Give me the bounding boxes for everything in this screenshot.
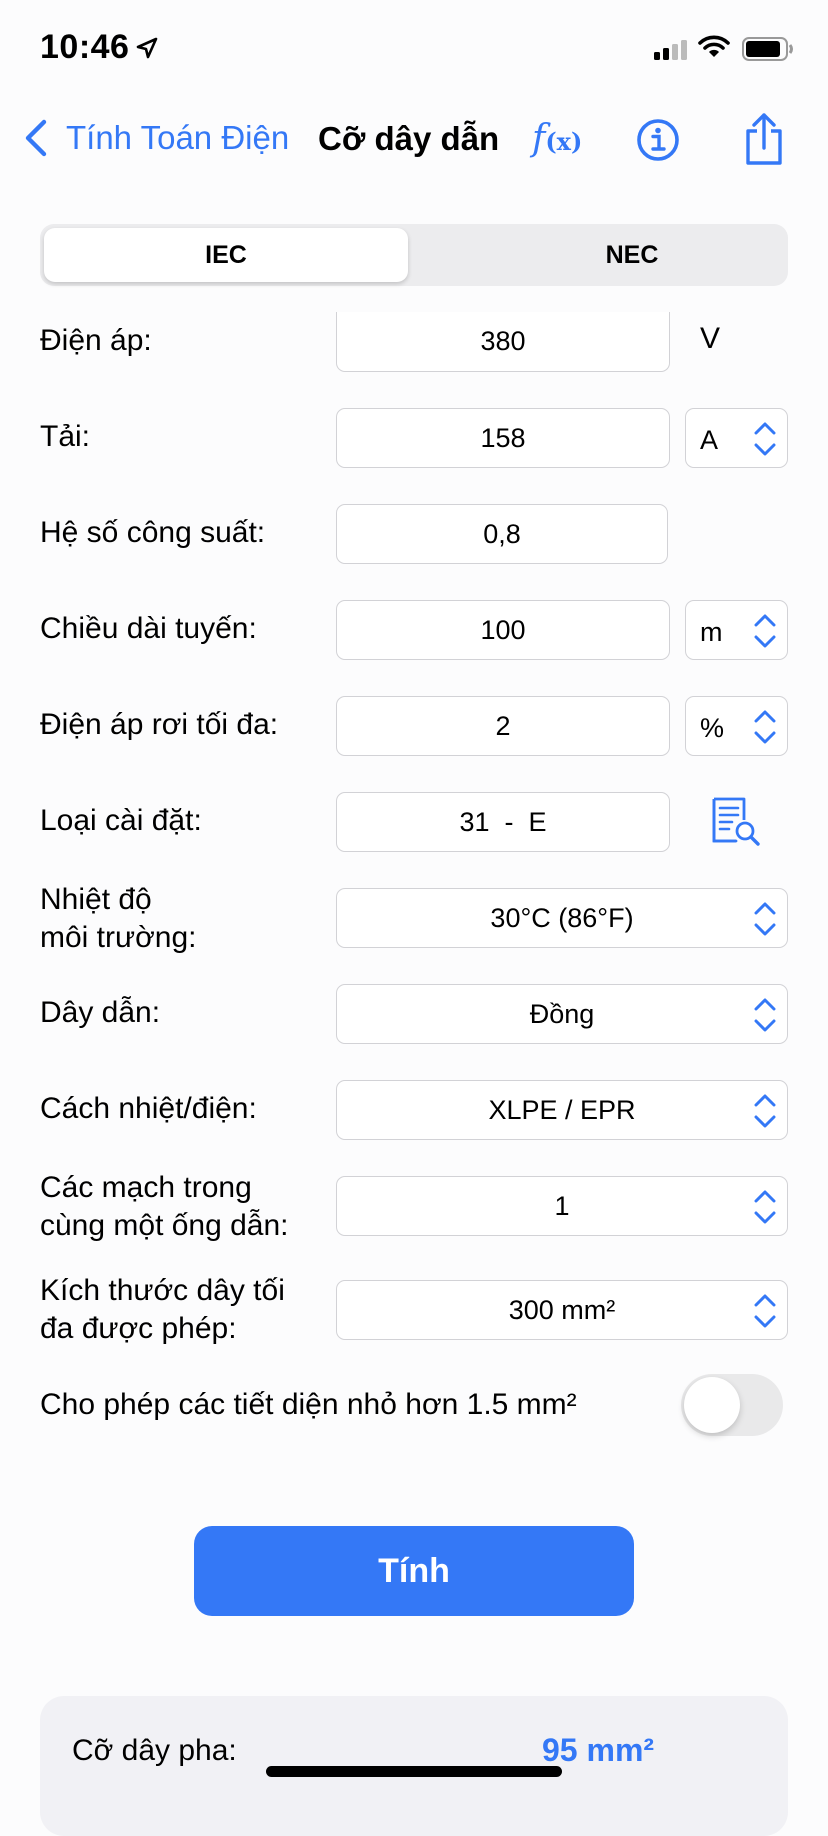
wifi-icon	[698, 35, 730, 57]
chevron-up-down-icon	[754, 1294, 776, 1328]
circuits-value: 1	[554, 1190, 570, 1221]
conductor-value: Đồng	[529, 998, 595, 1029]
ambient-temp-label-line1: Nhiệt độ	[40, 883, 152, 916]
length-unit-select[interactable]: m	[685, 600, 788, 660]
load-label: Tải:	[40, 420, 91, 453]
chevron-up-down-icon	[754, 1094, 776, 1128]
location-arrow-icon	[136, 37, 158, 59]
circuits-label-line2: cùng một ống dẫn:	[40, 1209, 289, 1242]
tab-iec[interactable]: IEC	[44, 228, 408, 282]
phase-wire-size-label: Cỡ dây pha:	[72, 1734, 237, 1767]
max-size-label-line1: Kích thước dây tối	[40, 1274, 285, 1307]
voltage-unit: V	[700, 322, 721, 355]
chevron-up-down-icon	[754, 998, 776, 1032]
ambient-temp-value: 30°C (86°F)	[490, 902, 634, 933]
allow-small-label: Cho phép các tiết diện nhỏ hơn 1.5 mm²	[40, 1388, 577, 1421]
voltage-label: Điện áp:	[40, 324, 152, 357]
voltage-input[interactable]: 380	[336, 312, 670, 372]
tab-nec[interactable]: NEC	[450, 228, 814, 282]
insulation-label: Cách nhiệt/điện:	[40, 1092, 257, 1125]
formula-button[interactable]: f(x)	[532, 118, 582, 159]
length-label: Chiều dài tuyến:	[40, 612, 257, 645]
max-size-value: 300 mm²	[508, 1294, 616, 1325]
chevron-up-down-icon	[754, 614, 776, 648]
status-time: 10:46	[40, 28, 130, 66]
ambient-temp-label-line2: môi trường:	[40, 921, 197, 954]
length-unit-value: m	[700, 617, 723, 647]
chevron-up-down-icon	[754, 902, 776, 936]
formula-sub-label: (x)	[545, 127, 583, 156]
insulation-value: XLPE / EPR	[488, 1094, 636, 1125]
page-title: Cỡ dây dẫn	[318, 120, 500, 157]
insulation-select[interactable]: XLPE / EPR	[336, 1080, 788, 1140]
ambient-temp-select[interactable]: 30°C (86°F)	[336, 888, 788, 948]
circuits-label-line1: Các mạch trong	[40, 1171, 252, 1204]
home-indicator	[266, 1766, 562, 1777]
load-unit-select[interactable]: A	[685, 408, 788, 468]
circuits-select[interactable]: 1	[336, 1176, 788, 1236]
battery-icon	[742, 37, 793, 61]
voltage-drop-label: Điện áp rơi tối đa:	[40, 708, 279, 741]
chevron-left-icon	[25, 119, 47, 157]
share-icon[interactable]	[742, 112, 786, 166]
chevron-up-down-icon	[754, 1190, 776, 1224]
conductor-label: Dây dẫn:	[40, 996, 161, 1029]
install-type-input[interactable]: 31 - E	[336, 792, 670, 852]
max-size-label-line2: đa được phép:	[40, 1312, 237, 1345]
back-button-label: Tính Toán Điện	[66, 119, 290, 156]
install-type-label: Loại cài đặt:	[40, 804, 202, 837]
toggle-knob	[684, 1377, 740, 1433]
conductor-select[interactable]: Đồng	[336, 984, 788, 1044]
back-button[interactable]: Tính Toán Điện	[22, 118, 289, 158]
info-icon[interactable]	[636, 118, 680, 162]
voltage-drop-unit-value: %	[700, 713, 725, 743]
length-input[interactable]: 100	[336, 600, 670, 660]
power-factor-input[interactable]: 0,8	[336, 504, 668, 564]
standard-segmented-control: IEC NEC	[40, 224, 788, 286]
max-size-select[interactable]: 300 mm²	[336, 1280, 788, 1340]
formula-label: f	[532, 118, 546, 159]
load-unit-value: A	[700, 425, 719, 455]
voltage-drop-unit-select[interactable]: %	[685, 696, 788, 756]
cellular-signal-icon	[654, 40, 687, 60]
phase-wire-size-value: 95 mm²	[542, 1732, 655, 1768]
calculate-button[interactable]: Tính	[194, 1526, 634, 1616]
allow-small-toggle[interactable]	[681, 1374, 783, 1436]
document-search-icon[interactable]	[710, 796, 762, 848]
power-factor-label: Hệ số công suất:	[40, 516, 266, 549]
chevron-up-down-icon	[754, 710, 776, 744]
chevron-up-down-icon	[754, 422, 776, 456]
load-input[interactable]: 158	[336, 408, 670, 468]
voltage-drop-input[interactable]: 2	[336, 696, 670, 756]
